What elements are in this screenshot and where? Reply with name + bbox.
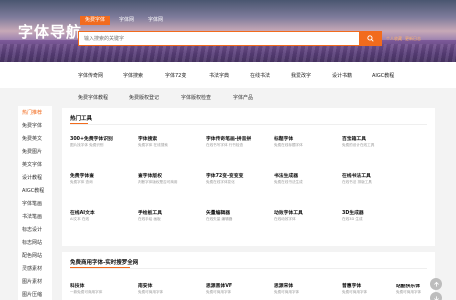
tool-desc: 免费在线书法生成 <box>274 180 303 184</box>
tool-desc: 在线动效字体 <box>274 217 296 221</box>
tool-item[interactable]: 在线AI文本 AI文本 在线 <box>70 211 132 222</box>
tool-item[interactable]: 免费字体查 免费字体 查询 <box>70 174 132 185</box>
search-icon <box>366 35 374 42</box>
sidebar-item-design-tutorial[interactable]: 设计教程 <box>22 175 42 181</box>
search-tabs: 免费字体 字体网 字体网 <box>80 16 172 25</box>
sidebar-item-calligraphy-strokes[interactable]: 书法笔画 <box>22 214 42 220</box>
tool-desc: 在线3D 生成 <box>342 217 363 221</box>
card-divider <box>70 124 427 125</box>
search-input[interactable] <box>79 32 361 45</box>
tool-item[interactable]: 手绘板工具 在线手绘 画板 <box>138 211 200 222</box>
nav-item-calligraphy-dict[interactable]: 书法字典 <box>209 72 229 79</box>
nav-item-online-calligraphy[interactable]: 在线书法 <box>250 72 270 79</box>
tool-desc: 免费字体 在线搜索 <box>138 143 168 147</box>
search-tab-free-fonts[interactable]: 免费字体 <box>80 16 111 25</box>
font-desc: 免费可商用字体 <box>138 290 164 294</box>
nav-item-font-legend[interactable]: 字体传奇网 <box>78 72 103 79</box>
tool-item[interactable]: 在线书法工具 在线书法 排版工具 <box>342 174 404 185</box>
font-item[interactable]: 科技体 一款免费可商用字体 <box>70 284 130 295</box>
sidebar-item-english-fonts[interactable]: 英文字体 <box>22 162 42 168</box>
search-tab-font-net[interactable]: 字体网 <box>114 16 139 25</box>
tool-desc: AI文本 在线 <box>70 217 90 221</box>
tool-desc: 在线手绘 画板 <box>138 217 161 221</box>
search-button[interactable] <box>359 32 381 45</box>
sidebar-item-image-assets[interactable]: 图片素材 <box>22 279 42 285</box>
tool-item[interactable]: 动效字体工具 在线动效字体 <box>274 211 336 222</box>
tool-item[interactable]: 标题字体 免费在线标题字体 <box>274 137 336 148</box>
free-fonts-title: 免费商用字体-实时搜罗全网 <box>70 260 139 266</box>
tool-desc: 判断字体版权是否可商用 <box>138 180 178 184</box>
sidebar-item-free-images[interactable]: 免费图片 <box>22 149 42 155</box>
nav-item-edit-text[interactable]: 我爱改字 <box>291 72 311 79</box>
back-to-top-button[interactable] <box>430 278 442 290</box>
title-underline <box>70 123 88 124</box>
title-underline <box>70 267 130 268</box>
tool-item[interactable]: 矢量编辑器 在线矢量 编辑器 <box>206 211 268 222</box>
sidebar-item-logo-design[interactable]: 标志设计 <box>22 227 42 233</box>
tool-item[interactable]: 3D生成器 在线3D 生成 <box>342 211 404 222</box>
tool-item[interactable]: 字体传奇笔画-拼音拼 在线书写字体 行书检查 <box>206 137 268 148</box>
font-item[interactable]: 思源黑体VF 免费可商用字体 <box>206 284 266 295</box>
sidebar-item-color-sites[interactable]: 配色网站 <box>22 253 42 259</box>
tool-item[interactable]: 300+免费字体识别 图片找字体 免费识别 <box>70 137 132 148</box>
font-desc: 免费可商用字体 <box>396 290 422 294</box>
sidebar-item-logo-sites[interactable]: 标志网站 <box>22 240 42 246</box>
tool-desc: 免费字体 查询 <box>70 180 93 184</box>
site-logo[interactable]: 字体导航 <box>18 21 82 42</box>
tool-desc: 在线书写字体 行书检查 <box>206 143 244 147</box>
tool-item[interactable]: 字体72变-变变变 免费在线字体变化 <box>206 174 268 185</box>
sidebar-item-free-fonts[interactable]: 免费字体 <box>22 123 42 129</box>
tool-desc: 在线矢量 编辑器 <box>206 217 233 221</box>
tool-item[interactable]: 字体搜索 免费字体 在线搜索 <box>138 137 200 148</box>
search-box <box>78 31 382 46</box>
font-item[interactable]: 南安体 免费可商用字体 <box>138 284 198 295</box>
sidebar-item-inspiration[interactable]: 灵感素材 <box>22 266 42 272</box>
nav-item-font-search[interactable]: 字体搜索 <box>123 72 143 79</box>
sidebar-item-image-compress[interactable]: 图片压缩 <box>22 292 42 298</box>
hero-links: 个人收藏 更新日志 <box>386 36 421 42</box>
tool-item[interactable]: 百宝箱工具 免费的设计在线工具 <box>342 137 404 148</box>
tool-desc: 图片找字体 免费识别 <box>70 143 104 147</box>
hot-tools-card: 热门工具 300+免费字体识别 图片找字体 免费识别 字体搜索 免费字体 在线搜… <box>62 108 435 246</box>
sub-nav: 免费字体教程 免费版权登记 字体版权检查 字体产品 <box>0 88 456 106</box>
scroll-down-button[interactable] <box>430 292 442 300</box>
font-desc: 免费可商用字体 <box>342 290 368 294</box>
header-hero: 字体导航 免费字体 字体网 字体网 个人收藏 更新日志 <box>0 0 456 62</box>
hero-field-rows <box>0 44 456 62</box>
tool-desc: 免费的设计在线工具 <box>342 143 375 147</box>
sidebar-item-hot[interactable]: 热门推荐 <box>22 110 42 116</box>
subnav-item-tutorial[interactable]: 免费字体教程 <box>78 94 108 101</box>
nav-item-design-books[interactable]: 设计书籍 <box>332 72 352 79</box>
arrow-down-icon <box>433 295 439 300</box>
font-desc: 免费可商用字体 <box>206 290 232 294</box>
tool-item[interactable]: 书法生成器 免费在线书法生成 <box>274 174 336 185</box>
tool-desc: 免费在线标题字体 <box>274 143 303 147</box>
changelog-link[interactable]: 更新日志 <box>405 36 421 42</box>
font-item[interactable]: 思源宋体 免费可商用字体 <box>274 284 334 295</box>
category-sidebar: 热门推荐 免费字体 免费英文 免费图片 英文字体 设计教程 AIGC教程 字体笔… <box>18 106 52 300</box>
sidebar-item-free-english[interactable]: 免费英文 <box>22 136 42 142</box>
tool-desc: 免费在线字体变化 <box>206 180 235 184</box>
subnav-item-font-products[interactable]: 字体产品 <box>233 94 253 101</box>
hot-tools-title: 热门工具 <box>70 116 93 122</box>
font-item[interactable]: 站酷快乐体 免费可商用字体 <box>396 284 432 295</box>
favorites-link[interactable]: 个人收藏 <box>386 36 402 42</box>
arrow-up-icon <box>433 281 439 287</box>
free-fonts-card: 免费商用字体-实时搜罗全网 科技体 一款免费可商用字体 南安体 免费可商用字体 … <box>62 252 435 300</box>
font-item[interactable]: 普惠字体 免费可商用字体 <box>342 284 402 295</box>
card-divider <box>70 268 427 269</box>
tool-item[interactable]: 查字体版权 判断字体版权是否可商用 <box>138 174 200 185</box>
nav-item-aigc[interactable]: AIGC教程 <box>372 72 394 79</box>
subnav-item-copyright-check[interactable]: 字体版权检查 <box>181 94 211 101</box>
sidebar-item-font-strokes[interactable]: 字体笔画 <box>22 201 42 207</box>
sidebar-item-aigc[interactable]: AIGC教程 <box>22 188 44 194</box>
nav-item-font-72[interactable]: 字体72变 <box>165 72 186 79</box>
font-desc: 免费可商用字体 <box>274 290 300 294</box>
search-tab-font-net-2[interactable]: 字体网 <box>143 16 168 25</box>
subnav-item-copyright-register[interactable]: 免费版权登记 <box>129 94 159 101</box>
font-desc: 一款免费可商用字体 <box>70 290 103 294</box>
tool-desc: 在线书法 排版工具 <box>342 180 372 184</box>
main-nav: 字体传奇网 字体搜索 字体72变 书法字典 在线书法 我爱改字 设计书籍 AIG… <box>0 62 456 88</box>
